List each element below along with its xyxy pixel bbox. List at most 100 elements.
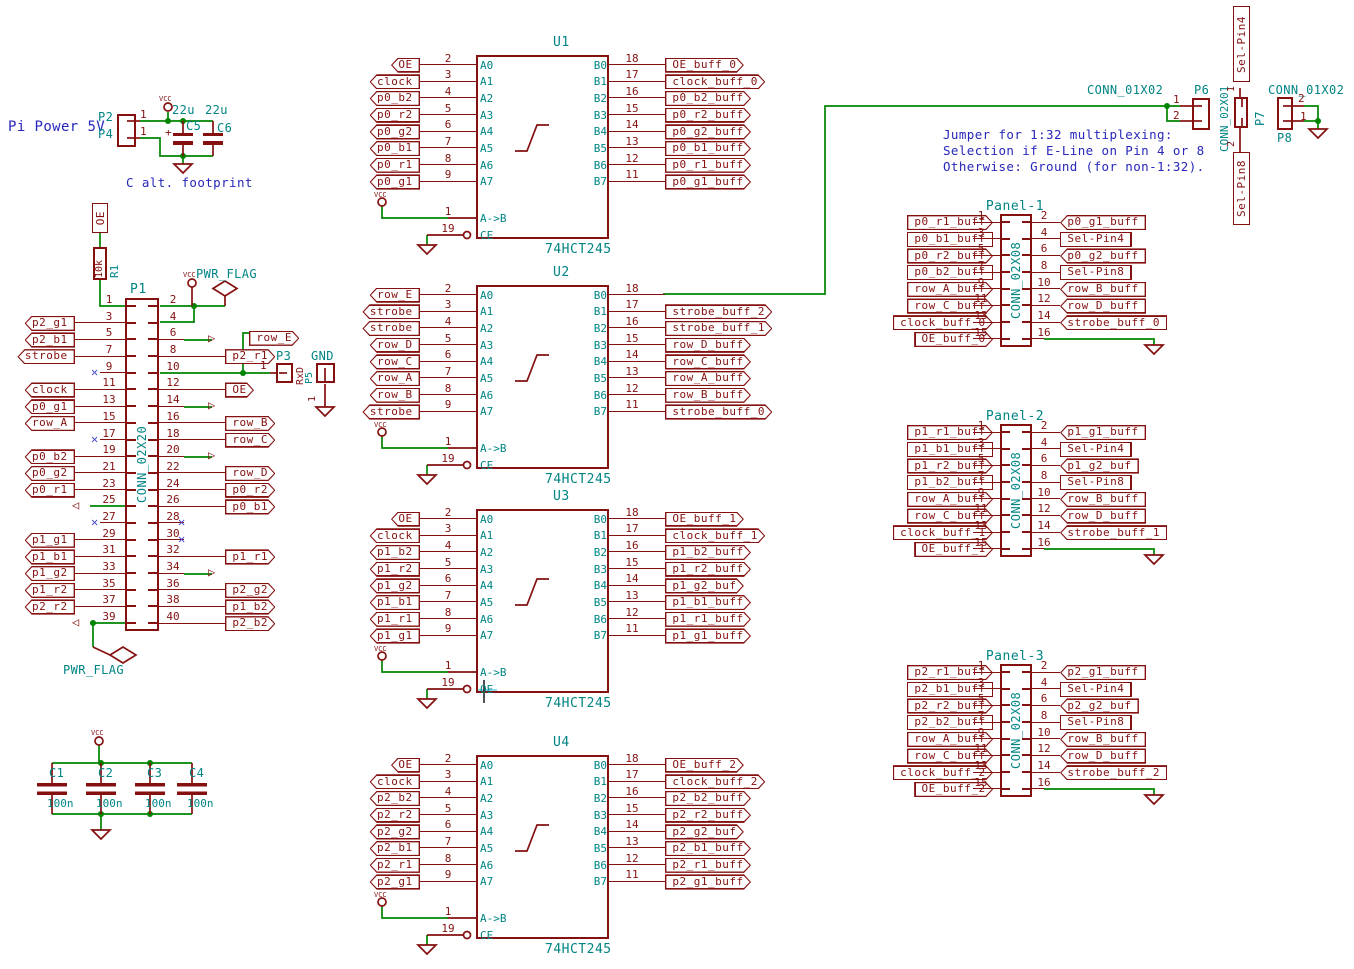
- capacitor-ref[interactable]: C3: [147, 766, 162, 780]
- net-label[interactable]: row_A_buff: [665, 371, 751, 386]
- net-label[interactable]: Sel-Pin8: [1060, 265, 1132, 280]
- ic-ref[interactable]: U1: [553, 35, 570, 50]
- connector-panel-1[interactable]: Panel-1 CONN_02X08 p0_r1_buff 1 2 p0_g1_…: [880, 195, 1190, 380]
- net-label[interactable]: p0_b2: [25, 449, 75, 464]
- net-label[interactable]: p1_g1_buff: [665, 628, 751, 643]
- net-label[interactable]: p1_r1: [225, 549, 275, 564]
- net-label[interactable]: row_E: [370, 288, 420, 303]
- net-label[interactable]: strobe_buff_1: [665, 321, 772, 336]
- net-label[interactable]: p1_b1_buff: [665, 595, 751, 610]
- net-label[interactable]: p1_r2: [370, 562, 420, 577]
- net-label[interactable]: row_B_buff: [1060, 732, 1146, 747]
- connector-ref-p3[interactable]: P3: [276, 349, 291, 363]
- net-label[interactable]: p2_g1_buff: [665, 874, 751, 889]
- ic-ref[interactable]: U2: [553, 265, 570, 280]
- pwr-flag-label[interactable]: PWR_FLAG: [196, 267, 257, 281]
- net-label[interactable]: p0_b1_buff: [665, 141, 751, 156]
- net-label[interactable]: p1_b2: [225, 599, 275, 614]
- net-label[interactable]: p2_b2: [225, 616, 275, 631]
- capacitor-ref[interactable]: C1: [49, 766, 64, 780]
- net-label[interactable]: p2_g1_buff: [1060, 665, 1146, 680]
- net-label[interactable]: p0_g2_buff: [1060, 248, 1146, 263]
- net-label[interactable]: p0_g1_buff: [665, 174, 751, 189]
- net-label[interactable]: p1_r1_buff: [665, 612, 751, 627]
- net-label[interactable]: strobe_buff_1: [1060, 525, 1167, 540]
- net-label[interactable]: p2_b2_buff: [665, 791, 751, 806]
- net-label[interactable]: p2_b1: [25, 332, 75, 347]
- net-label[interactable]: strobe: [362, 304, 420, 319]
- connector-p8-body[interactable]: [1277, 97, 1293, 130]
- ic-ref[interactable]: U3: [553, 489, 570, 504]
- net-label[interactable]: row_C: [370, 354, 420, 369]
- net-label[interactable]: row_D_buff: [1060, 748, 1146, 763]
- net-label[interactable]: p1_r2_buff: [665, 562, 751, 577]
- net-label[interactable]: p0_b2_buff: [665, 91, 751, 106]
- net-label[interactable]: Sel-Pin4: [1060, 442, 1132, 457]
- connector-ref-p5[interactable]: P5: [304, 360, 315, 384]
- net-label[interactable]: strobe: [17, 349, 75, 364]
- net-label[interactable]: row_D: [370, 338, 420, 353]
- note-pi-power[interactable]: Pi Power 5V: [8, 119, 105, 135]
- net-label[interactable]: Sel-Pin8: [1060, 715, 1132, 730]
- net-label[interactable]: clock_buff_1: [665, 528, 765, 543]
- net-label[interactable]: strobe_buff_2: [1060, 765, 1167, 780]
- net-label[interactable]: p0_b2: [370, 91, 420, 106]
- net-label[interactable]: p1_g2_buf: [665, 578, 744, 593]
- net-label[interactable]: p0_g1: [25, 399, 75, 414]
- net-label[interactable]: row_A: [25, 416, 75, 431]
- net-label[interactable]: OE_buff_0: [665, 58, 744, 73]
- ic-u1-74hct245[interactable]: U1 OE 2 A0 B0 18 OE_buff_0 clock 3: [370, 55, 750, 265]
- net-label[interactable]: strobe_buff_2: [665, 304, 772, 319]
- net-label[interactable]: OE: [391, 58, 420, 73]
- net-label[interactable]: p0_r1: [370, 158, 420, 173]
- connector-value-p6[interactable]: CONN_01X02: [1087, 83, 1163, 97]
- connector-panel-2[interactable]: Panel-2 CONN_02X08 p1_r1_buff 1 2 p1_g1_…: [880, 405, 1190, 590]
- net-label[interactable]: strobe_buff_0: [1060, 315, 1167, 330]
- ic-value[interactable]: 74HCT245: [545, 242, 612, 257]
- net-label[interactable]: p0_r1_buff: [665, 158, 751, 173]
- capacitor-value[interactable]: 100n: [145, 797, 172, 810]
- capacitor-ref[interactable]: C4: [189, 766, 204, 780]
- connector-p3-body[interactable]: [276, 363, 293, 383]
- ic-value[interactable]: 74HCT245: [545, 472, 612, 487]
- ic-u3-74hct245[interactable]: U3 OE 2 A0 B0 18 OE_buff_1 clock 3: [370, 509, 750, 719]
- net-label[interactable]: p1_g2_buf: [1060, 458, 1139, 473]
- net-label[interactable]: p1_g1_buff: [1060, 425, 1146, 440]
- capacitor-value[interactable]: 100n: [47, 797, 74, 810]
- net-label[interactable]: clock: [25, 382, 75, 397]
- net-label[interactable]: strobe: [362, 404, 420, 419]
- net-label[interactable]: p2_r1: [370, 858, 420, 873]
- connector-p5-body[interactable]: [316, 363, 335, 383]
- net-label[interactable]: p2_r2: [370, 808, 420, 823]
- net-label[interactable]: clock_buff_0: [665, 74, 765, 89]
- net-label[interactable]: p1_b1: [370, 595, 420, 610]
- net-label[interactable]: row_B_buff: [1060, 492, 1146, 507]
- net-label[interactable]: p1_g2: [25, 566, 75, 581]
- resistor-ref[interactable]: R1: [108, 250, 121, 278]
- net-label[interactable]: row_D_buff: [1060, 508, 1146, 523]
- ic-value[interactable]: 74HCT245: [545, 696, 612, 711]
- net-label[interactable]: OE: [391, 512, 420, 527]
- net-label[interactable]: p2_g2: [370, 824, 420, 839]
- net-label[interactable]: p1_g1: [25, 533, 75, 548]
- net-label[interactable]: p1_b1: [25, 549, 75, 564]
- net-label[interactable]: Sel-Pin8: [1060, 475, 1132, 490]
- connector-ref-p2[interactable]: P2: [98, 110, 113, 124]
- capacitor-value-c5[interactable]: 22u: [172, 103, 195, 117]
- capacitor-value[interactable]: 100n: [187, 797, 214, 810]
- connector-panel-3[interactable]: Panel-3 CONN_02X08 p2_r1_buff 1 2 p2_g1_…: [880, 645, 1190, 830]
- capacitor-ref-c6[interactable]: C6: [217, 121, 232, 135]
- capacitor-value-c6[interactable]: 22u: [205, 103, 228, 117]
- net-label[interactable]: p1_b2: [370, 545, 420, 560]
- net-label[interactable]: row_B: [370, 388, 420, 403]
- net-label-sel-pin8-vertical[interactable]: Sel-Pin8: [1233, 152, 1250, 225]
- note-jumper[interactable]: Jumper for 1:32 multiplexing: Selection …: [943, 127, 1205, 175]
- connector-ref-p4[interactable]: P4: [98, 127, 113, 141]
- connector-ref-p7[interactable]: P7: [1253, 102, 1267, 126]
- net-label[interactable]: p0_r2_buff: [665, 108, 751, 123]
- net-label[interactable]: p2_b1_buff: [665, 841, 751, 856]
- connector-p7-body[interactable]: [1234, 97, 1248, 128]
- net-label-sel-pin4-vertical[interactable]: Sel-Pin4: [1233, 6, 1250, 82]
- net-label[interactable]: p2_r1: [225, 349, 275, 364]
- net-label[interactable]: strobe: [362, 321, 420, 336]
